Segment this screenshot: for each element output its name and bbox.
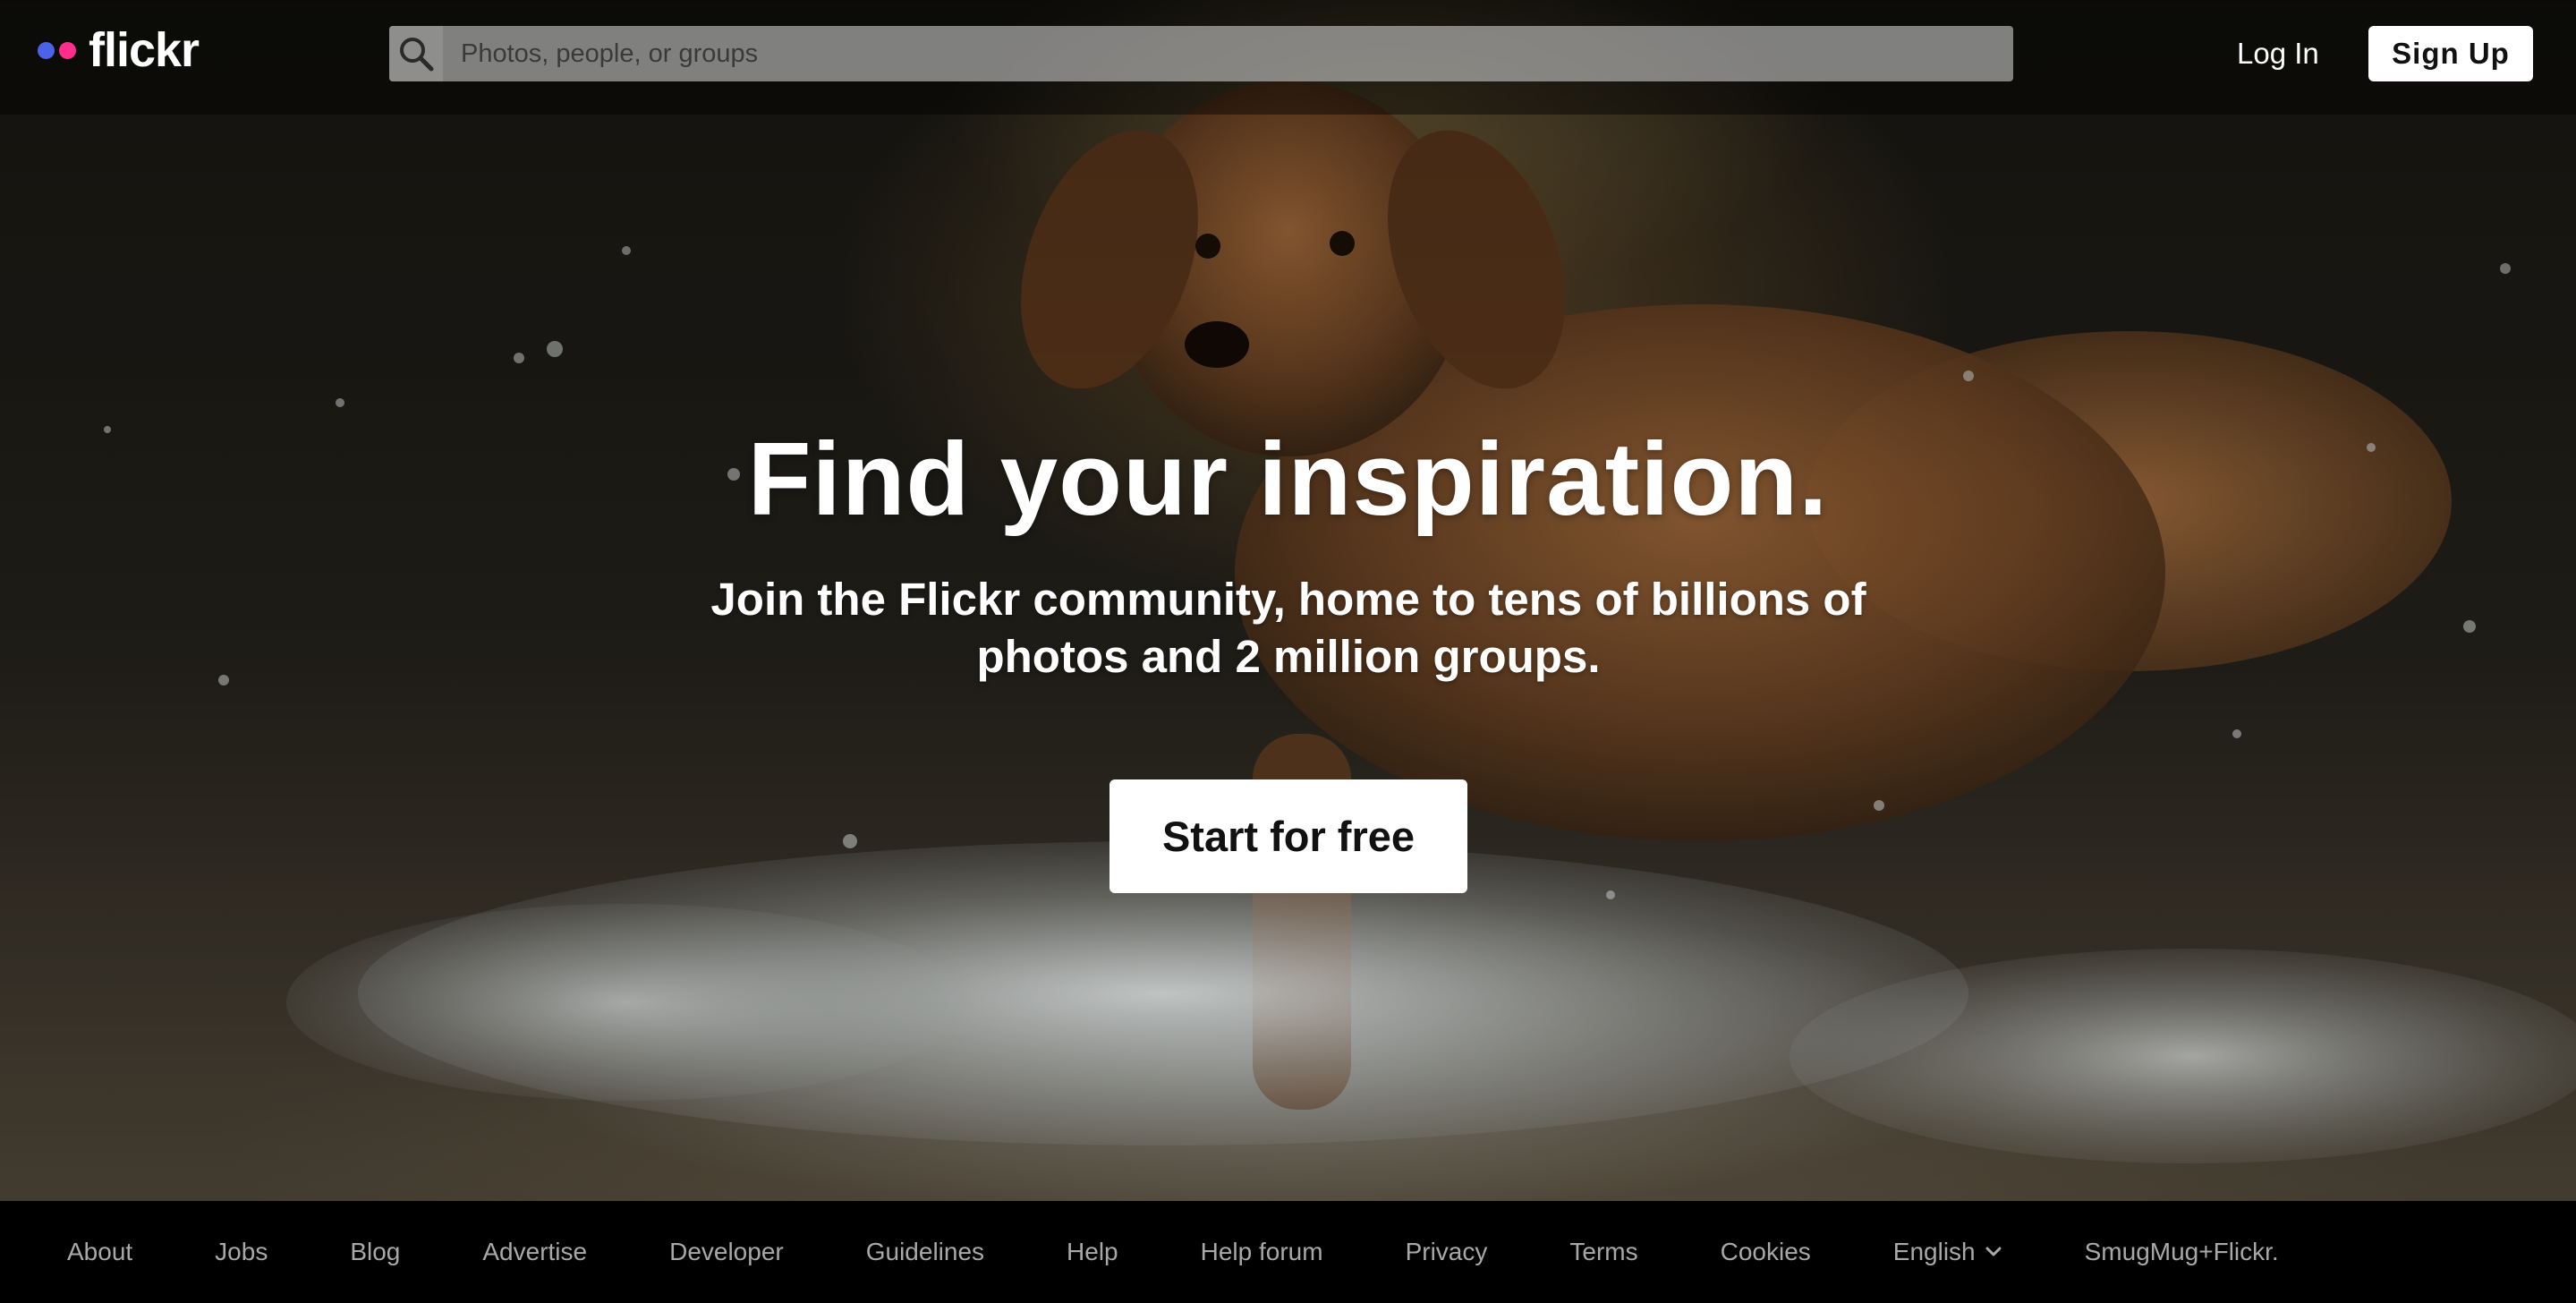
footer-link-label: Privacy xyxy=(1405,1238,1488,1265)
logo-dots-icon xyxy=(38,41,76,59)
login-link[interactable]: Log In xyxy=(2237,29,2319,79)
language-selector[interactable]: English xyxy=(1893,1238,2002,1266)
flickr-logo[interactable]: flickr xyxy=(38,23,200,77)
chevron-down-icon xyxy=(1985,1246,2002,1258)
footer-link-terms[interactable]: Terms xyxy=(1569,1238,1637,1266)
logo-blue-dot xyxy=(38,41,55,59)
hero-subheading: Join the Flickr community, home to tens … xyxy=(710,574,1866,682)
footer-link-help-forum[interactable]: Help forum xyxy=(1201,1238,1323,1266)
footer-link-label: Help forum xyxy=(1200,1238,1323,1265)
footer-link-label: Developer xyxy=(669,1238,784,1265)
footer-link-advertise[interactable]: Advertise xyxy=(482,1238,587,1266)
footer-bar: About Jobs Blog Advertise Developer Guid… xyxy=(0,1201,2576,1303)
footer-link-label: SmugMug+Flickr. xyxy=(2084,1238,2279,1265)
search-bar xyxy=(389,26,2013,81)
footer-link-guidelines[interactable]: Guidelines xyxy=(866,1238,984,1266)
start-for-free-button[interactable]: Start for free xyxy=(1109,779,1467,893)
footer-link-cookies[interactable]: Cookies xyxy=(1721,1238,1811,1266)
footer-link-label: Advertise xyxy=(482,1238,588,1265)
footer-link-label: Cookies xyxy=(1720,1238,1811,1265)
footer-link-jobs[interactable]: Jobs xyxy=(215,1238,268,1266)
search-input[interactable] xyxy=(443,26,2013,81)
footer-link-label: Help xyxy=(1067,1238,1118,1265)
footer-link-privacy[interactable]: Privacy xyxy=(1406,1238,1488,1266)
footer-link-label: Blog xyxy=(350,1238,401,1265)
footer-link-about[interactable]: About xyxy=(67,1238,132,1266)
footer-link-developer[interactable]: Developer xyxy=(669,1238,784,1266)
hero-headline: Find your inspiration. xyxy=(747,421,1829,537)
language-selector-label: English xyxy=(1892,1238,1976,1265)
logo-wordmark: flickr xyxy=(89,23,200,77)
footer-link-label: Jobs xyxy=(215,1238,268,1265)
footer-link-label: Terms xyxy=(1569,1238,1638,1265)
signup-button[interactable]: Sign Up xyxy=(2368,26,2533,81)
flickr-landing-page: flickr Log In Sign Up Find your inspirat… xyxy=(0,0,2576,1303)
footer-link-smugmug-flickr[interactable]: SmugMug+Flickr. xyxy=(2085,1238,2279,1266)
footer-link-label: About xyxy=(67,1238,133,1265)
footer-link-help[interactable]: Help xyxy=(1067,1238,1118,1266)
search-icon[interactable] xyxy=(389,26,443,81)
footer-links: About Jobs Blog Advertise Developer Guid… xyxy=(67,1201,2361,1303)
top-navigation-bar: flickr Log In Sign Up xyxy=(0,0,2576,115)
logo-pink-dot xyxy=(59,41,76,59)
footer-link-label: Guidelines xyxy=(865,1238,985,1265)
footer-link-blog[interactable]: Blog xyxy=(350,1238,400,1266)
